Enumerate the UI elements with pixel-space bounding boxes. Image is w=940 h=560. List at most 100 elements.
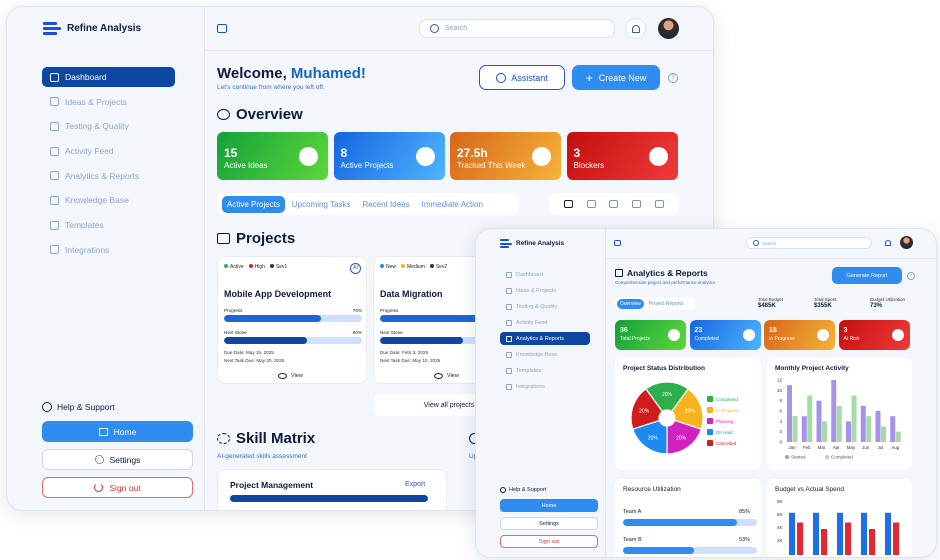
bar-completed-may[interactable]: [851, 395, 857, 443]
sidebar-item-label: Templates: [65, 220, 104, 231]
view-project-button[interactable]: View: [278, 373, 303, 379]
tag-dot: [248, 264, 253, 268]
sidebar-item-activity-feed[interactable]: Activity Feed: [42, 141, 175, 161]
tab-upcoming-tasks[interactable]: Upcoming Tasks: [287, 196, 356, 213]
assistant-button[interactable]: Assistant: [479, 65, 565, 90]
bar-started-aug[interactable]: [890, 416, 896, 442]
bar-completed-jul[interactable]: [881, 426, 886, 443]
brand-name: Refine Analysis: [67, 22, 142, 34]
view-project-button[interactable]: View: [434, 373, 459, 379]
analytics-nav-item-integrations[interactable]: Integrations: [500, 380, 590, 393]
analytics-nav-item-dashboard[interactable]: Dashboard: [500, 268, 590, 281]
budget-bar[interactable]: [861, 512, 867, 555]
list-view-icon[interactable]: [586, 200, 596, 208]
export-link[interactable]: Export: [405, 481, 425, 488]
avatar[interactable]: [658, 18, 679, 39]
actual-spend-bar[interactable]: [845, 522, 851, 556]
skill-matrix-title: Skill Matrix: [236, 430, 316, 447]
tag-label: Medium: [407, 264, 425, 270]
sidebar-toggle-icon[interactable]: [614, 240, 621, 246]
avatar[interactable]: [900, 236, 913, 249]
info-icon[interactable]: ?: [668, 73, 678, 83]
bar-started-jan[interactable]: [787, 385, 792, 442]
sidebar-item-ideas-and-projects[interactable]: Ideas & Projects: [42, 92, 175, 112]
settings-button[interactable]: Settings: [42, 449, 193, 470]
budget-bar[interactable]: [837, 512, 843, 555]
sidebar-item-dashboard[interactable]: Dashboard: [42, 67, 175, 87]
welcome-subtitle: Let's continue from where you left off.: [217, 84, 325, 91]
analytics-settings-button[interactable]: Settings: [500, 517, 598, 530]
analytics-signout-button[interactable]: Sign out: [500, 535, 598, 548]
stat-card-active-ideas[interactable]: 15 Active Ideas: [217, 132, 328, 180]
next-task-due: Next Task Due: May 20, 2025: [224, 358, 285, 363]
analytics-stat-in-progress[interactable]: 18 In Progress: [764, 320, 835, 350]
stat-label: Active Projects: [340, 161, 394, 170]
signout-button[interactable]: Sign out: [42, 477, 193, 498]
bar-completed-jan[interactable]: [792, 416, 798, 442]
chart-view-icon[interactable]: [632, 200, 642, 208]
notifications-button[interactable]: [882, 237, 894, 249]
analytics-help-link[interactable]: Help & Support: [500, 487, 546, 493]
tab-overview[interactable]: Overview: [617, 298, 644, 309]
analytics-stat-total-projects[interactable]: 36 Total Projects: [615, 320, 686, 350]
grid-view-icon[interactable]: [563, 200, 573, 208]
bar-started-apr[interactable]: [831, 380, 837, 442]
budget-bar[interactable]: [789, 512, 795, 555]
actual-spend-bar[interactable]: [893, 522, 899, 556]
project-card-mobile-app-development[interactable]: Active High Sev1 AI Mobile App Development Pr…: [217, 256, 367, 384]
tab-recent-ideas[interactable]: Recent Ideas: [357, 196, 414, 213]
stat-card-active-projects[interactable]: 8 Active Projects: [333, 132, 445, 180]
bar-started-mar[interactable]: [816, 400, 822, 442]
actual-spend-bar[interactable]: [821, 529, 827, 555]
analytics-nav-item-analytics-and-reports[interactable]: Analytics & Reports: [500, 332, 590, 345]
sidebar-toggle-icon[interactable]: [217, 24, 227, 33]
sidebar-item-integrations[interactable]: Integrations: [42, 240, 175, 260]
help-label: Help & Support: [57, 402, 115, 412]
stat-card-blockers[interactable]: 3 Blockers: [566, 132, 678, 180]
analytics-nav-item-activity-feed[interactable]: Activity Feed: [500, 316, 590, 329]
legend-swatch: [707, 407, 713, 413]
stat-card-tracked-this-week[interactable]: 27.5h Tracked This Week: [450, 132, 561, 180]
analytics-nav-item-templates[interactable]: Templates: [500, 364, 590, 377]
bar-started-jul[interactable]: [875, 411, 881, 442]
sidebar-item-analytics-and-reports[interactable]: Analytics & Reports: [42, 166, 175, 186]
help-support-link[interactable]: Help & Support: [42, 402, 115, 412]
generate-report-button[interactable]: Generate Report: [832, 267, 902, 284]
calendar-view-icon[interactable]: [609, 200, 619, 208]
analytics-nav-item-testing-and-quality[interactable]: Testing & Quality: [500, 300, 590, 313]
tab-active-projects[interactable]: Active Projects: [222, 195, 285, 213]
budget-bar[interactable]: [885, 512, 891, 555]
bar-completed-apr[interactable]: [836, 405, 842, 442]
analytics-home-button[interactable]: Home: [500, 499, 598, 512]
budget-bar[interactable]: [813, 512, 819, 555]
sidebar-item-templates[interactable]: Templates: [42, 215, 175, 235]
bar-completed-aug[interactable]: [895, 431, 901, 442]
analytics-stat-completed[interactable]: 23 Completed: [689, 320, 761, 350]
analytics-nav-item-ideas-and-projects[interactable]: Ideas & Projects: [500, 284, 590, 297]
tab-immediate-action[interactable]: Immediate Action: [417, 196, 488, 213]
monthly-activity-title: Monthly Project Activity: [775, 365, 849, 372]
nav-item-label: Knowledge Base: [516, 351, 558, 358]
notifications-button[interactable]: [625, 18, 646, 39]
bar-started-feb[interactable]: [801, 416, 807, 442]
search-placeholder: Search: [445, 25, 468, 32]
bar-completed-mar[interactable]: [822, 421, 827, 442]
ai-badge-icon[interactable]: AI: [350, 263, 361, 274]
bar-completed-feb[interactable]: [807, 395, 813, 443]
bar-started-may[interactable]: [846, 421, 851, 442]
analytics-stat-at-risk[interactable]: 3 At Risk: [838, 320, 910, 350]
home-button[interactable]: Home: [42, 421, 193, 442]
create-new-button[interactable]: + Create New: [572, 65, 660, 90]
sidebar-item-knowledge-base[interactable]: Knowledge Base: [42, 190, 175, 210]
actual-spend-bar[interactable]: [797, 522, 803, 556]
analytics-nav-item-knowledge-base[interactable]: Knowledge Base: [500, 348, 590, 361]
bar-completed-jun[interactable]: [866, 416, 872, 442]
sidebar-item-testing-and-quality[interactable]: Testing & Quality: [42, 116, 175, 136]
info-icon[interactable]: ?: [907, 272, 915, 280]
actual-spend-bar[interactable]: [869, 529, 875, 555]
bar-started-jun[interactable]: [860, 405, 866, 442]
search-input[interactable]: Search: [419, 19, 615, 38]
analytics-search-input[interactable]: Search: [746, 237, 872, 249]
tab-project-reports[interactable]: Project Reports: [646, 299, 686, 309]
kanban-view-icon[interactable]: [655, 200, 665, 208]
